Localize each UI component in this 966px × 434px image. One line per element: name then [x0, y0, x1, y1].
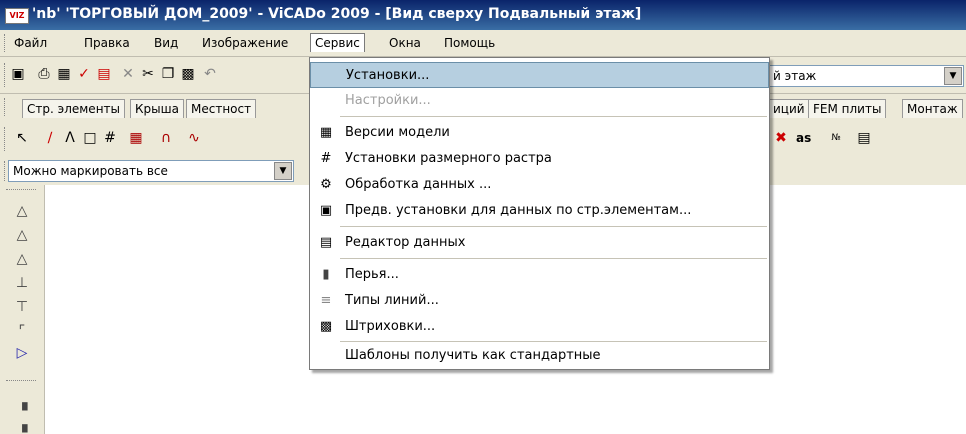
undo-icon[interactable]: ↶: [202, 66, 218, 82]
menu-item-label: Типы линий...: [345, 293, 439, 308]
insert-icon[interactable]: ▷: [14, 345, 30, 361]
print-icon[interactable]: ⎙: [36, 66, 52, 82]
preview-icon[interactable]: ▦: [56, 66, 72, 82]
menu-item-label: Установки...: [346, 68, 430, 83]
chevron-down-icon[interactable]: ▼: [944, 67, 962, 85]
menu-windows[interactable]: Окна: [387, 34, 423, 52]
delete-mark-icon[interactable]: ✖: [773, 130, 789, 146]
menu-item-templates-standard[interactable]: Шаблоны получить как стандартные: [310, 343, 769, 369]
menu-item-label: Штриховки...: [345, 319, 436, 334]
app-icon[interactable]: VIZ: [5, 8, 29, 24]
menu-item-label: Шаблоны получить как стандартные: [345, 348, 601, 363]
model-versions-icon: ▦: [319, 125, 333, 140]
menu-item-label: Предв. установки для данных по стр.элеме…: [345, 203, 692, 218]
door-icon[interactable]: ▗: [14, 395, 30, 411]
toolbar-grip[interactable]: [4, 63, 8, 87]
menu-item-grid-settings[interactable]: # Установки размерного растра: [310, 146, 769, 172]
menu-item-label: Обработка данных ...: [345, 177, 492, 192]
menu-item-label: Версии модели: [345, 125, 450, 140]
grid-hash-icon: #: [320, 151, 332, 166]
toolbar-grip[interactable]: [4, 127, 8, 151]
menu-item-data-editor[interactable]: ▤ Редактор данных: [310, 230, 769, 256]
menu-bar: Файл Правка Вид Изображение Сервис Окна …: [0, 30, 966, 57]
angle-icon[interactable]: Λ: [62, 130, 78, 146]
delete-icon[interactable]: ✕: [120, 66, 136, 82]
menu-item-line-types[interactable]: ≡ Типы линий...: [310, 288, 769, 314]
title-bar: VIZ 'nb' 'ТОРГОВЫЙ ДОМ_2009' - ViCADo 20…: [0, 0, 966, 30]
curve-icon[interactable]: ∿: [186, 130, 202, 146]
menu-item-model-versions[interactable]: ▦ Версии модели: [310, 120, 769, 146]
column-icon[interactable]: ⊥: [14, 275, 30, 291]
mark-mode-value: Можно маркировать все: [13, 164, 168, 178]
line-types-icon: ≡: [320, 293, 332, 308]
menu-separator: [340, 226, 767, 227]
line-icon[interactable]: ∕: [42, 130, 58, 146]
as-label[interactable]: as: [796, 131, 811, 145]
arc-icon[interactable]: ∩: [158, 130, 174, 146]
left-toolbar: △ △ △ ⊥ ⊤ ⌜ ▷ ▗ ▗: [0, 185, 45, 434]
hatching-icon: ▩: [319, 319, 333, 334]
properties-icon[interactable]: ▤: [856, 130, 872, 146]
data-processing-icon: ⚙: [320, 177, 332, 192]
left-toolbar-grip-2[interactable]: [6, 380, 36, 382]
pdf-icon[interactable]: ▤: [96, 66, 112, 82]
data-editor-icon: ▤: [319, 235, 333, 250]
menu-item-settings[interactable]: Установки...: [310, 62, 769, 88]
tab-roof[interactable]: Крыша: [130, 99, 184, 118]
wall-top-icon[interactable]: △: [14, 227, 30, 243]
menu-file[interactable]: Файл: [12, 34, 49, 52]
tab-structural-elements[interactable]: Стр. элементы: [22, 99, 125, 118]
menu-item-label: Настройки...: [345, 93, 431, 108]
menu-separator: [340, 116, 767, 117]
wall-icon[interactable]: △: [14, 251, 30, 267]
mark-mode-combo[interactable]: Можно маркировать все ▼: [8, 160, 294, 182]
tabsbar-grip[interactable]: [4, 98, 8, 116]
check-icon[interactable]: ✓: [76, 66, 92, 82]
menubar-grip[interactable]: [4, 34, 8, 52]
menu-item-label: Установки размерного растра: [345, 151, 552, 166]
menu-item-preferences[interactable]: Настройки...: [310, 88, 769, 114]
numbers-icon[interactable]: №: [828, 130, 844, 146]
menu-item-pens[interactable]: ▮ Перья...: [310, 262, 769, 288]
preset-icon: ▣: [319, 203, 333, 218]
tab-assembly[interactable]: Монтаж: [902, 99, 963, 118]
window-title: 'nb' 'ТОРГОВЫЙ ДОМ_2009' - ViCADo 2009 -…: [32, 6, 642, 22]
pointer-icon[interactable]: ↖: [14, 130, 30, 146]
cut-icon[interactable]: ✂: [140, 66, 156, 82]
grid-icon[interactable]: #: [102, 130, 118, 146]
window-icon[interactable]: ▗: [14, 417, 30, 433]
menu-item-label: Редактор данных: [345, 235, 466, 250]
chevron-down-icon[interactable]: ▼: [274, 162, 292, 180]
menu-service[interactable]: Сервис: [310, 33, 365, 52]
menu-edit[interactable]: Правка: [82, 34, 132, 52]
floor-combo-value: й этаж: [773, 69, 817, 83]
hatch-icon[interactable]: ▦: [128, 130, 144, 146]
menu-item-hatching[interactable]: ▩ Штриховки...: [310, 314, 769, 340]
service-menu: Установки... Настройки... ▦ Версии модел…: [309, 57, 770, 370]
menu-image[interactable]: Изображение: [200, 34, 290, 52]
save-icon[interactable]: ▣: [10, 66, 26, 82]
beam-icon[interactable]: ⊤: [14, 299, 30, 315]
copy-icon[interactable]: ❐: [160, 66, 176, 82]
menu-item-presets[interactable]: ▣ Предв. установки для данных по стр.эле…: [310, 198, 769, 224]
corner-icon[interactable]: ⌜: [14, 323, 30, 339]
menu-separator: [340, 341, 767, 342]
tab-fem-plates[interactable]: FEM плиты: [808, 99, 887, 118]
paste-icon[interactable]: ▩: [180, 66, 196, 82]
select-text-icon[interactable]: □: [82, 130, 98, 146]
tab-terrain[interactable]: Местност: [186, 99, 257, 118]
left-toolbar-grip[interactable]: [6, 189, 36, 191]
menu-item-data-processing[interactable]: ⚙ Обработка данных ...: [310, 172, 769, 198]
menu-help[interactable]: Помощь: [442, 34, 497, 52]
foundation-icon[interactable]: △: [14, 203, 30, 219]
floor-combo[interactable]: й этаж ▼: [768, 65, 964, 87]
tab-positions[interactable]: иций: [768, 99, 810, 118]
menu-item-label: Перья...: [345, 267, 399, 282]
menu-view[interactable]: Вид: [152, 34, 180, 52]
menu-separator: [340, 258, 767, 259]
pens-icon: ▮: [322, 267, 330, 282]
